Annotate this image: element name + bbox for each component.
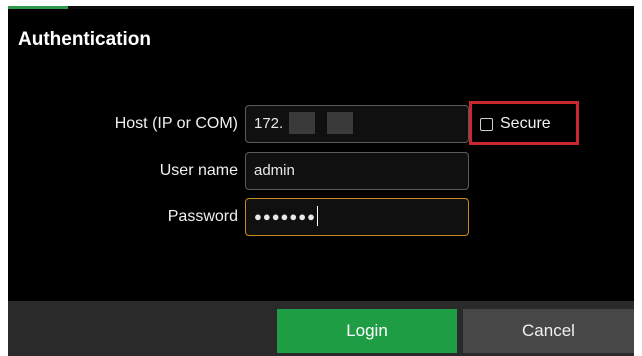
redacted-block <box>327 111 354 134</box>
host-label: Host (IP or COM) <box>114 115 238 132</box>
checkbox-icon[interactable] <box>480 117 493 131</box>
password-input[interactable]: ●●●●●●● <box>245 198 469 236</box>
username-value: admin <box>254 162 295 179</box>
secure-checkbox[interactable]: Secure <box>480 105 551 143</box>
password-value: ●●●●●●● <box>254 209 316 224</box>
auth-form: Host (IP or COM) 172. Secure User name a… <box>8 71 634 301</box>
username-row: User name admin <box>8 152 634 190</box>
password-label: Password <box>167 208 238 225</box>
secure-label: Secure <box>500 115 551 132</box>
redacted-block <box>289 111 316 134</box>
login-button[interactable]: Login <box>277 309 457 353</box>
dialog-titlebar: Authentication <box>8 9 634 71</box>
dialog-footer: Login Cancel <box>8 301 634 356</box>
password-row: Password ●●●●●●● <box>8 198 634 236</box>
host-input[interactable]: 172. <box>245 105 469 143</box>
username-label: User name <box>159 162 238 179</box>
host-row: Host (IP or COM) 172. Secure <box>8 101 634 145</box>
dialog-title: Authentication <box>18 29 151 50</box>
text-caret <box>316 205 318 226</box>
authentication-dialog: Authentication Host (IP or COM) 172. Sec… <box>8 6 634 356</box>
username-input[interactable]: admin <box>245 152 469 190</box>
host-value: 172. <box>254 115 284 132</box>
cancel-button[interactable]: Cancel <box>463 309 634 353</box>
